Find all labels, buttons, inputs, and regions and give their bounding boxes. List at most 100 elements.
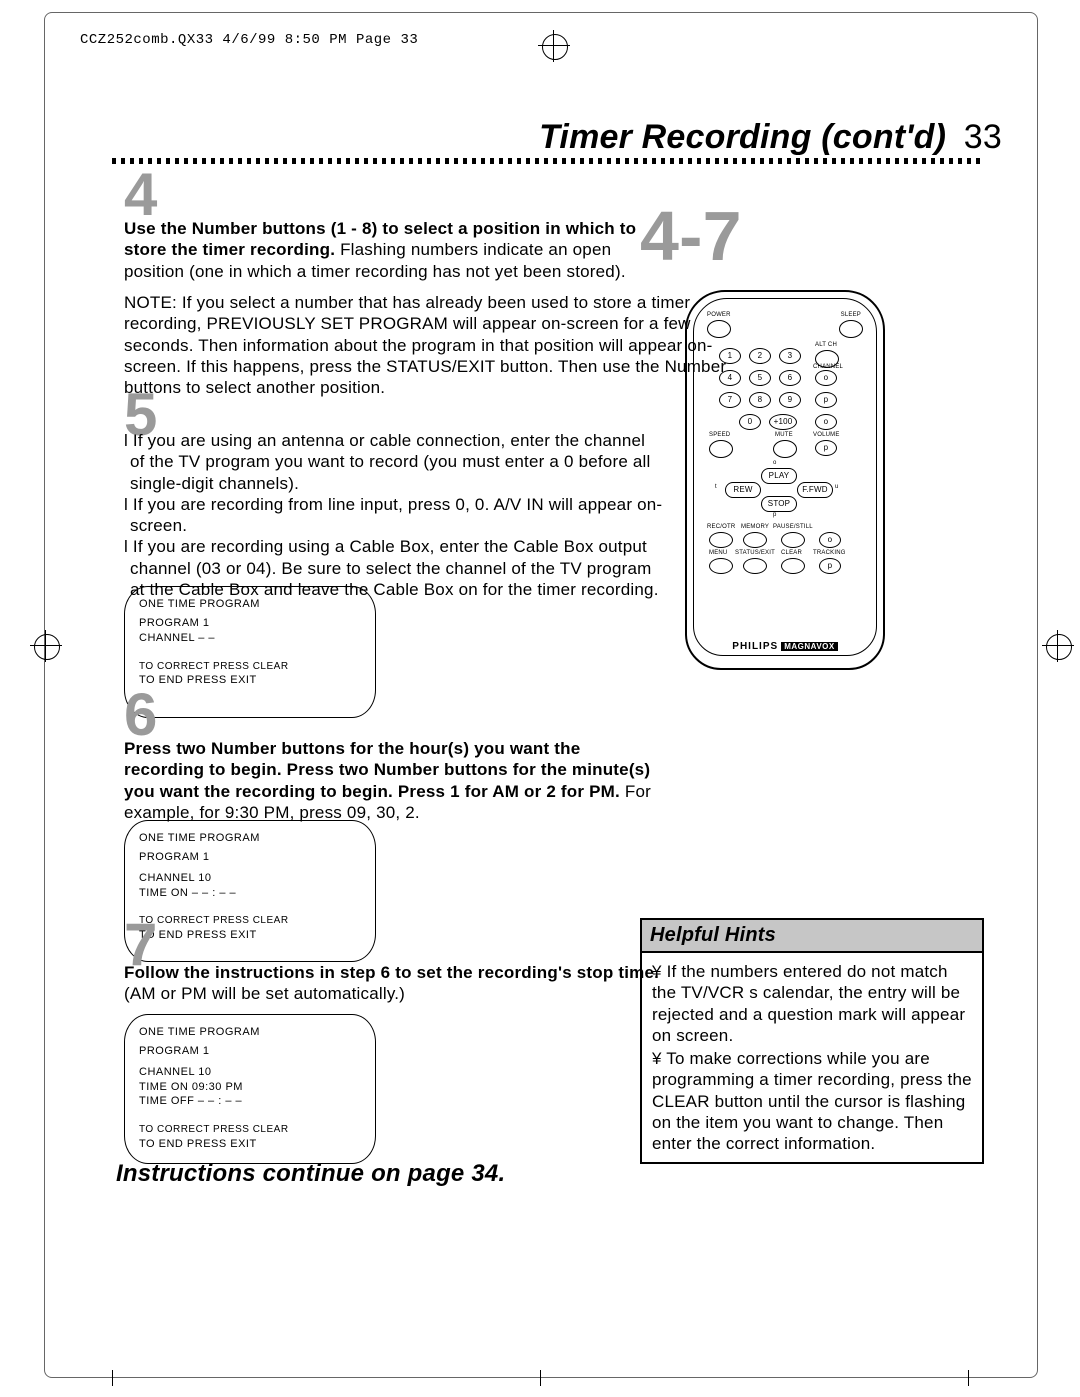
num-8[interactable]: 8 bbox=[749, 392, 771, 408]
hint-2: ¥ To make corrections while you are prog… bbox=[652, 1048, 972, 1154]
osd-step7: ONE TIME PROGRAM PROGRAM 1 CHANNEL 10 TI… bbox=[124, 1014, 376, 1164]
step-7-bold: Follow the instructions in step 6 to set… bbox=[124, 963, 659, 982]
num-5[interactable]: 5 bbox=[749, 370, 771, 386]
bottom-tick bbox=[540, 1370, 541, 1386]
power-button[interactable] bbox=[707, 320, 731, 338]
step-4-note: NOTE: If you select a number that has al… bbox=[124, 292, 764, 398]
osd-channel: CHANNEL 10 bbox=[139, 871, 363, 886]
osd-footer1: TO CORRECT PRESS CLEAR bbox=[139, 914, 363, 928]
num-100[interactable]: +100 bbox=[769, 414, 797, 430]
hint-1: ¥ If the numbers entered do not match th… bbox=[652, 961, 972, 1046]
memory-label: MEMORY bbox=[741, 524, 769, 530]
power-label: POWER bbox=[707, 312, 731, 318]
pause-label: PAUSE/STILL bbox=[773, 524, 813, 530]
osd-channel: CHANNEL 10 bbox=[139, 1065, 363, 1080]
register-mark-left bbox=[30, 630, 62, 662]
num-4[interactable]: 4 bbox=[719, 370, 741, 386]
altch-label: ALT CH bbox=[815, 342, 837, 348]
recotr-button[interactable] bbox=[709, 532, 733, 548]
track-up[interactable]: o bbox=[819, 532, 841, 548]
helpful-hints-title: Helpful Hints bbox=[642, 920, 982, 953]
recotr-label: REC/OTR bbox=[707, 524, 735, 530]
brand-magnavox: MAGNAVOX bbox=[781, 642, 838, 651]
rew-button[interactable]: REW bbox=[725, 482, 761, 498]
step-5-bullet-1: l If you are using an antenna or cable c… bbox=[130, 430, 664, 494]
osd-footer2: TO END PRESS EXIT bbox=[139, 673, 363, 688]
step-6-bold: Press two Number buttons for the hour(s)… bbox=[124, 739, 650, 801]
osd-timeoff: TIME OFF – – : – – bbox=[139, 1094, 363, 1109]
page-number: 33 bbox=[964, 118, 1002, 156]
menu-button[interactable] bbox=[709, 558, 733, 574]
mute-button[interactable] bbox=[773, 440, 797, 458]
tri-left-icon: t bbox=[715, 484, 717, 490]
num-3[interactable]: 3 bbox=[779, 348, 801, 364]
step-7-text: Follow the instructions in step 6 to set… bbox=[124, 962, 664, 1005]
brand-philips: PHILIPS bbox=[732, 641, 778, 652]
tracking-label: TRACKING bbox=[813, 550, 846, 556]
register-mark-top bbox=[538, 30, 570, 62]
osd-program: PROGRAM 1 bbox=[139, 1044, 363, 1059]
osd-timeon: TIME ON – – : – – bbox=[139, 886, 363, 901]
page-title: Timer Recording (cont'd) 33 bbox=[539, 118, 1002, 157]
channel-label: CHANNEL bbox=[813, 364, 843, 370]
status-button[interactable] bbox=[743, 558, 767, 574]
tri-right-icon: u bbox=[835, 484, 839, 490]
pause-button[interactable] bbox=[781, 532, 805, 548]
track-dn[interactable]: p bbox=[819, 558, 841, 574]
osd-program: PROGRAM 1 bbox=[139, 850, 363, 865]
vol-dn[interactable]: p bbox=[815, 440, 837, 456]
play-button[interactable]: PLAY bbox=[761, 468, 797, 484]
osd-step6: ONE TIME PROGRAM PROGRAM 1 CHANNEL 10 TI… bbox=[124, 820, 376, 962]
osd-footer2: TO END PRESS EXIT bbox=[139, 1137, 363, 1152]
bottom-tick bbox=[112, 1370, 113, 1386]
memory-button[interactable] bbox=[743, 532, 767, 548]
ch-up[interactable]: o bbox=[815, 370, 837, 386]
osd-footer1: TO CORRECT PRESS CLEAR bbox=[139, 1123, 363, 1137]
continue-line: Instructions continue on page 34. bbox=[116, 1160, 505, 1188]
num-1[interactable]: 1 bbox=[719, 348, 741, 364]
step-5-text: l If you are using an antenna or cable c… bbox=[124, 430, 664, 600]
sleep-button[interactable] bbox=[839, 320, 863, 338]
num-6[interactable]: 6 bbox=[779, 370, 801, 386]
step-4-text: Use the Number buttons (1 - 8) to select… bbox=[124, 218, 664, 282]
osd-program: PROGRAM 1 bbox=[139, 616, 363, 631]
bottom-tick bbox=[968, 1370, 969, 1386]
num-7[interactable]: 7 bbox=[719, 392, 741, 408]
register-mark-right bbox=[1042, 630, 1074, 662]
stop-dn-glyph: p bbox=[773, 512, 777, 518]
stop-button[interactable]: STOP bbox=[761, 496, 797, 512]
sleep-label: SLEEP bbox=[841, 312, 861, 318]
menu-label: MENU bbox=[709, 550, 727, 556]
num-2[interactable]: 2 bbox=[749, 348, 771, 364]
osd-footer1: TO CORRECT PRESS CLEAR bbox=[139, 660, 363, 674]
status-label: STATUS/EXIT bbox=[735, 550, 775, 556]
helpful-hints-box: Helpful Hints ¥ If the numbers entered d… bbox=[640, 918, 984, 1164]
volume-label: VOLUME bbox=[813, 432, 840, 438]
play-up-glyph: o bbox=[773, 460, 777, 466]
osd-title: ONE TIME PROGRAM bbox=[139, 1025, 363, 1040]
vol-up[interactable]: o bbox=[815, 414, 837, 430]
remote-illustration: POWER SLEEP 1 2 3 ALT CH 4 5 6 CHANNEL o… bbox=[685, 290, 885, 670]
ch-dn[interactable]: p bbox=[815, 392, 837, 408]
num-9[interactable]: 9 bbox=[779, 392, 801, 408]
clear-label: CLEAR bbox=[781, 550, 802, 556]
speed-button[interactable] bbox=[709, 440, 733, 458]
osd-channel: CHANNEL – – bbox=[139, 631, 363, 646]
helpful-hints-body: ¥ If the numbers entered do not match th… bbox=[642, 953, 982, 1162]
osd-timeon: TIME ON 09:30 PM bbox=[139, 1080, 363, 1095]
speed-label: SPEED bbox=[709, 432, 730, 438]
num-0[interactable]: 0 bbox=[739, 414, 761, 430]
step-range-callout: 4-7 bbox=[640, 196, 742, 276]
osd-step5: ONE TIME PROGRAM PROGRAM 1 CHANNEL – – T… bbox=[124, 586, 376, 718]
osd-footer2: TO END PRESS EXIT bbox=[139, 928, 363, 943]
print-slug: CCZ252comb.QX33 4/6/99 8:50 PM Page 33 bbox=[80, 32, 418, 48]
osd-title: ONE TIME PROGRAM bbox=[139, 831, 363, 846]
clear-button[interactable] bbox=[781, 558, 805, 574]
section-title: Timer Recording (cont'd) bbox=[539, 118, 946, 156]
ffwd-button[interactable]: F.FWD bbox=[797, 482, 833, 498]
step-7-rest: (AM or PM will be set automatically.) bbox=[124, 984, 405, 1003]
step-6-text: Press two Number buttons for the hour(s)… bbox=[124, 738, 664, 823]
step-5-bullet-2: l If you are recording from line input, … bbox=[130, 494, 664, 537]
title-rule-dots bbox=[112, 158, 982, 164]
brand-logo: PHILIPSMAGNAVOX bbox=[685, 641, 885, 652]
